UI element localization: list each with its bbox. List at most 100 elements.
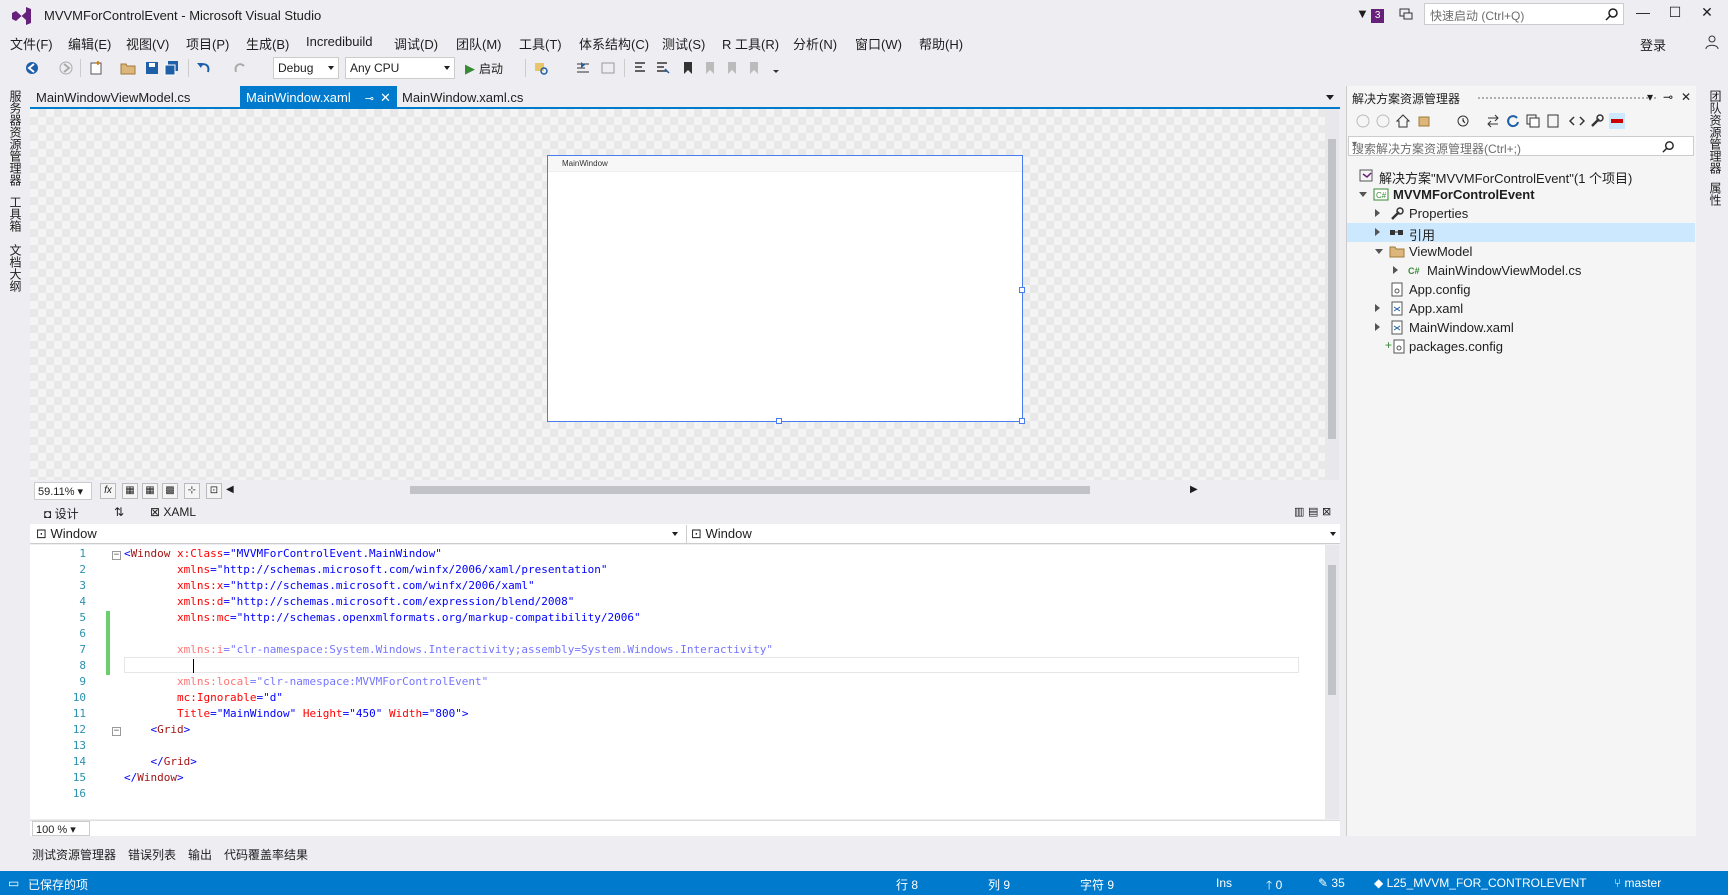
- project-code-icon[interactable]: ⊡: [206, 483, 222, 499]
- panel-grip[interactable]: [1477, 96, 1657, 100]
- expander-closed-icon[interactable]: [1375, 228, 1380, 236]
- code-line[interactable]: 8: [30, 659, 1325, 675]
- solution-platform-select[interactable]: Any CPU: [345, 57, 455, 79]
- uncomment-icon[interactable]: [654, 60, 670, 76]
- vertical-split-icon[interactable]: ▥: [1294, 505, 1304, 518]
- pending-changes-icon[interactable]: [1455, 113, 1471, 129]
- code-line[interactable]: 7 xmlns:i="clr-namespace:System.Windows.…: [30, 643, 1325, 659]
- expander-closed-icon[interactable]: [1375, 304, 1380, 312]
- redo-icon[interactable]: [232, 60, 248, 76]
- code-line[interactable]: 14 </Grid>: [30, 755, 1325, 771]
- tree-item-properties[interactable]: Properties: [1347, 204, 1695, 223]
- scroll-left-icon[interactable]: ◀: [226, 484, 234, 495]
- designer-vertical-scrollbar[interactable]: [1325, 109, 1339, 480]
- tree-item-mainwindowviewmodel-cs[interactable]: C# MainWindowViewModel.cs: [1347, 261, 1695, 280]
- close-icon[interactable]: ✕: [1681, 90, 1691, 104]
- rail-tab-properties[interactable]: 属性: [1707, 182, 1724, 206]
- code-line[interactable]: 2 xmlns="http://schemas.microsoft.com/wi…: [30, 563, 1325, 579]
- scrollbar-thumb[interactable]: [1328, 565, 1336, 695]
- resize-handle-right[interactable]: [1019, 287, 1025, 293]
- menu-edit[interactable]: 编辑(E): [68, 34, 111, 53]
- refresh-icon[interactable]: [1505, 113, 1521, 129]
- switch-views-icon[interactable]: [1417, 113, 1433, 129]
- menu-debug[interactable]: 调试(D): [394, 34, 438, 53]
- expander-closed-icon[interactable]: [1393, 266, 1398, 274]
- collapse-region-icon[interactable]: −: [112, 727, 121, 736]
- back-icon[interactable]: [1355, 113, 1371, 129]
- tree-item-app-xaml[interactable]: App.xaml: [1347, 299, 1695, 318]
- type-navigation-select[interactable]: ⊡ Window: [32, 525, 682, 543]
- artboard-background-icon[interactable]: ▩: [162, 483, 178, 499]
- tab-code-coverage[interactable]: 代码覆盖率结果: [224, 846, 308, 863]
- open-file-icon[interactable]: [120, 60, 136, 76]
- sync-icon[interactable]: [1485, 113, 1501, 129]
- sign-in-link[interactable]: 登录: [1640, 35, 1666, 54]
- notifications-button[interactable]: ▼ 3: [1356, 6, 1385, 23]
- feedback-icon[interactable]: [1398, 6, 1414, 22]
- tree-item-references[interactable]: 引用: [1347, 223, 1695, 243]
- rail-tab-toolbox[interactable]: 工具箱: [7, 196, 24, 232]
- toolbar-overflow-icon[interactable]: [768, 60, 784, 76]
- code-line[interactable]: 5 xmlns:mc="http://schemas.openxmlformat…: [30, 611, 1325, 627]
- properties-wrench-icon[interactable]: [1589, 113, 1605, 129]
- code-line[interactable]: 9 xmlns:local="clr-namespace:MVVMForCont…: [30, 675, 1325, 691]
- designer-zoom-select[interactable]: 59.11% ▾: [34, 482, 92, 500]
- rail-tab-server-explorer[interactable]: 服务器资源管理器: [7, 90, 24, 186]
- code-line[interactable]: 1 − <Window x:Class="MVVMForControlEvent.M…: [30, 547, 1325, 563]
- tab-error-list[interactable]: 错误列表: [128, 846, 176, 863]
- editor-vertical-scrollbar[interactable]: [1325, 545, 1339, 819]
- menu-help[interactable]: 帮助(H): [919, 34, 963, 53]
- step-icon[interactable]: [575, 60, 591, 76]
- pending-changes-indicator[interactable]: ✎ 35: [1318, 876, 1345, 890]
- quick-launch-input[interactable]: 快速启动 (Ctrl+Q): [1424, 3, 1624, 25]
- branch-indicator[interactable]: ⑂ master: [1614, 876, 1661, 890]
- snap-to-lines-icon[interactable]: ⊹: [184, 483, 200, 499]
- pin-icon[interactable]: ⊸: [1663, 90, 1673, 104]
- menu-build[interactable]: 生成(B): [246, 34, 289, 53]
- preview-selected-items-icon[interactable]: [1609, 113, 1625, 129]
- minimize-button[interactable]: —: [1628, 4, 1658, 24]
- class-view-icon[interactable]: [600, 60, 616, 76]
- forward-icon[interactable]: [1375, 113, 1391, 129]
- expander-closed-icon[interactable]: [1375, 209, 1380, 217]
- show-all-files-icon[interactable]: [1545, 113, 1561, 129]
- tree-item-packages-config[interactable]: + packages.config: [1347, 337, 1695, 356]
- menu-project[interactable]: 项目(P): [186, 34, 229, 53]
- menu-architecture[interactable]: 体系结构(C): [579, 34, 649, 53]
- home-icon[interactable]: [1395, 113, 1411, 129]
- collapse-all-icon[interactable]: [1525, 113, 1541, 129]
- expander-closed-icon[interactable]: [1375, 323, 1380, 331]
- member-navigation-select[interactable]: ⊡ Window: [686, 525, 1340, 543]
- editor-zoom-select[interactable]: 100 % ▾: [32, 821, 90, 836]
- expander-open-icon[interactable]: [1375, 249, 1383, 254]
- panel-menu-icon[interactable]: ▾: [1647, 90, 1653, 104]
- menu-r-tools[interactable]: R 工具(R): [722, 34, 779, 53]
- menu-analyze[interactable]: 分析(N): [793, 34, 837, 53]
- code-line[interactable]: 4 xmlns:d="http://schemas.microsoft.com/…: [30, 595, 1325, 611]
- pin-icon[interactable]: ⊸: [365, 93, 374, 105]
- swap-panes-button[interactable]: ⇅: [114, 505, 124, 519]
- rail-tab-document-outline[interactable]: 文档大纲: [7, 244, 24, 292]
- tree-item-mainwindow-xaml[interactable]: MainWindow.xaml: [1347, 318, 1695, 337]
- code-line[interactable]: 10 mc:Ignorable="d": [30, 691, 1325, 707]
- code-line[interactable]: 3 xmlns:x="http://schemas.microsoft.com/…: [30, 579, 1325, 595]
- save-all-icon[interactable]: [164, 60, 180, 76]
- code-line[interactable]: 12 − <Grid>: [30, 723, 1325, 739]
- menu-test[interactable]: 测试(S): [662, 34, 705, 53]
- menu-file[interactable]: 文件(F): [10, 34, 53, 53]
- tab-mainwindow-xaml[interactable]: MainWindow.xaml ⊸ ✕: [240, 86, 397, 108]
- tree-item-app-config[interactable]: App.config: [1347, 280, 1695, 299]
- effects-toggle-button[interactable]: fx: [100, 483, 116, 499]
- close-icon[interactable]: ✕: [380, 90, 391, 105]
- comment-icon[interactable]: [632, 60, 648, 76]
- code-line[interactable]: 11 Title="MainWindow" Height="450" Width…: [30, 707, 1325, 723]
- tab-list-dropdown-icon[interactable]: [1326, 95, 1334, 100]
- close-window-button[interactable]: ✕: [1692, 4, 1722, 24]
- undo-icon[interactable]: [196, 60, 212, 76]
- resize-handle-corner[interactable]: [1019, 418, 1025, 424]
- user-account-icon[interactable]: [1704, 34, 1720, 50]
- new-project-icon[interactable]: [88, 60, 104, 76]
- menu-tools[interactable]: 工具(T): [519, 34, 562, 53]
- tab-mainwindowviewmodel-cs[interactable]: MainWindowViewModel.cs: [30, 86, 196, 108]
- expander-open-icon[interactable]: [1359, 192, 1367, 197]
